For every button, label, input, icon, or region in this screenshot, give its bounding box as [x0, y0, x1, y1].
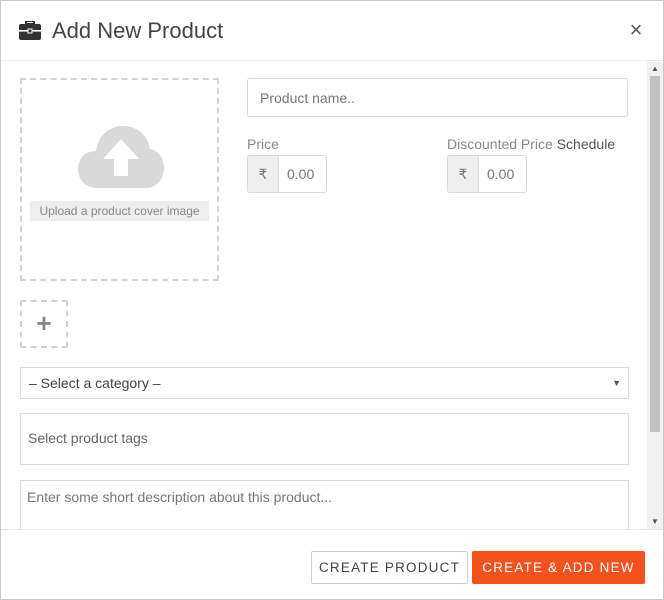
modal-title: Add New Product [52, 18, 224, 43]
price-label: Price [247, 136, 279, 152]
scrollbar-thumb[interactable] [650, 76, 660, 432]
discounted-price-input[interactable] [479, 156, 526, 192]
product-tags-input[interactable]: Select product tags [20, 413, 629, 465]
category-select[interactable]: – Select a category – ▼ [20, 367, 629, 399]
modal-footer: CREATE PRODUCT CREATE & ADD NEW [1, 529, 663, 599]
rupee-icon: ₹ [248, 156, 279, 192]
discounted-price-text: Discounted Price [447, 136, 553, 152]
price-input-group: ₹ [247, 155, 327, 193]
add-product-modal: Add New Product × Upload a product cover… [0, 0, 664, 600]
scroll-down-icon[interactable]: ▼ [647, 515, 663, 529]
upload-cover-label: Upload a product cover image [30, 201, 209, 221]
description-input[interactable] [20, 480, 629, 529]
modal-body: Upload a product cover image + Price ₹ D… [1, 62, 663, 529]
discounted-price-input-group: ₹ [447, 155, 527, 193]
add-image-button[interactable]: + [20, 300, 68, 348]
cover-image-dropzone[interactable]: Upload a product cover image [20, 78, 219, 281]
discounted-price-label: Discounted Price Schedule [447, 135, 615, 153]
modal-header: Add New Product × [1, 1, 663, 61]
briefcase-icon [19, 21, 41, 40]
vertical-scrollbar[interactable]: ▲ ▼ [647, 62, 663, 529]
scroll-up-icon[interactable]: ▲ [647, 62, 663, 76]
rupee-icon: ₹ [448, 156, 479, 192]
category-selected-value: – Select a category – [29, 375, 161, 391]
cloud-upload-icon [78, 126, 164, 188]
close-icon[interactable]: × [625, 18, 647, 42]
schedule-link[interactable]: Schedule [557, 136, 615, 152]
create-and-add-new-button[interactable]: CREATE & ADD NEW [472, 551, 645, 584]
caret-down-icon: ▼ [612, 378, 621, 388]
create-product-button[interactable]: CREATE PRODUCT [311, 551, 468, 584]
product-name-input[interactable] [247, 78, 628, 117]
tags-placeholder: Select product tags [28, 430, 148, 446]
price-input[interactable] [279, 156, 326, 192]
